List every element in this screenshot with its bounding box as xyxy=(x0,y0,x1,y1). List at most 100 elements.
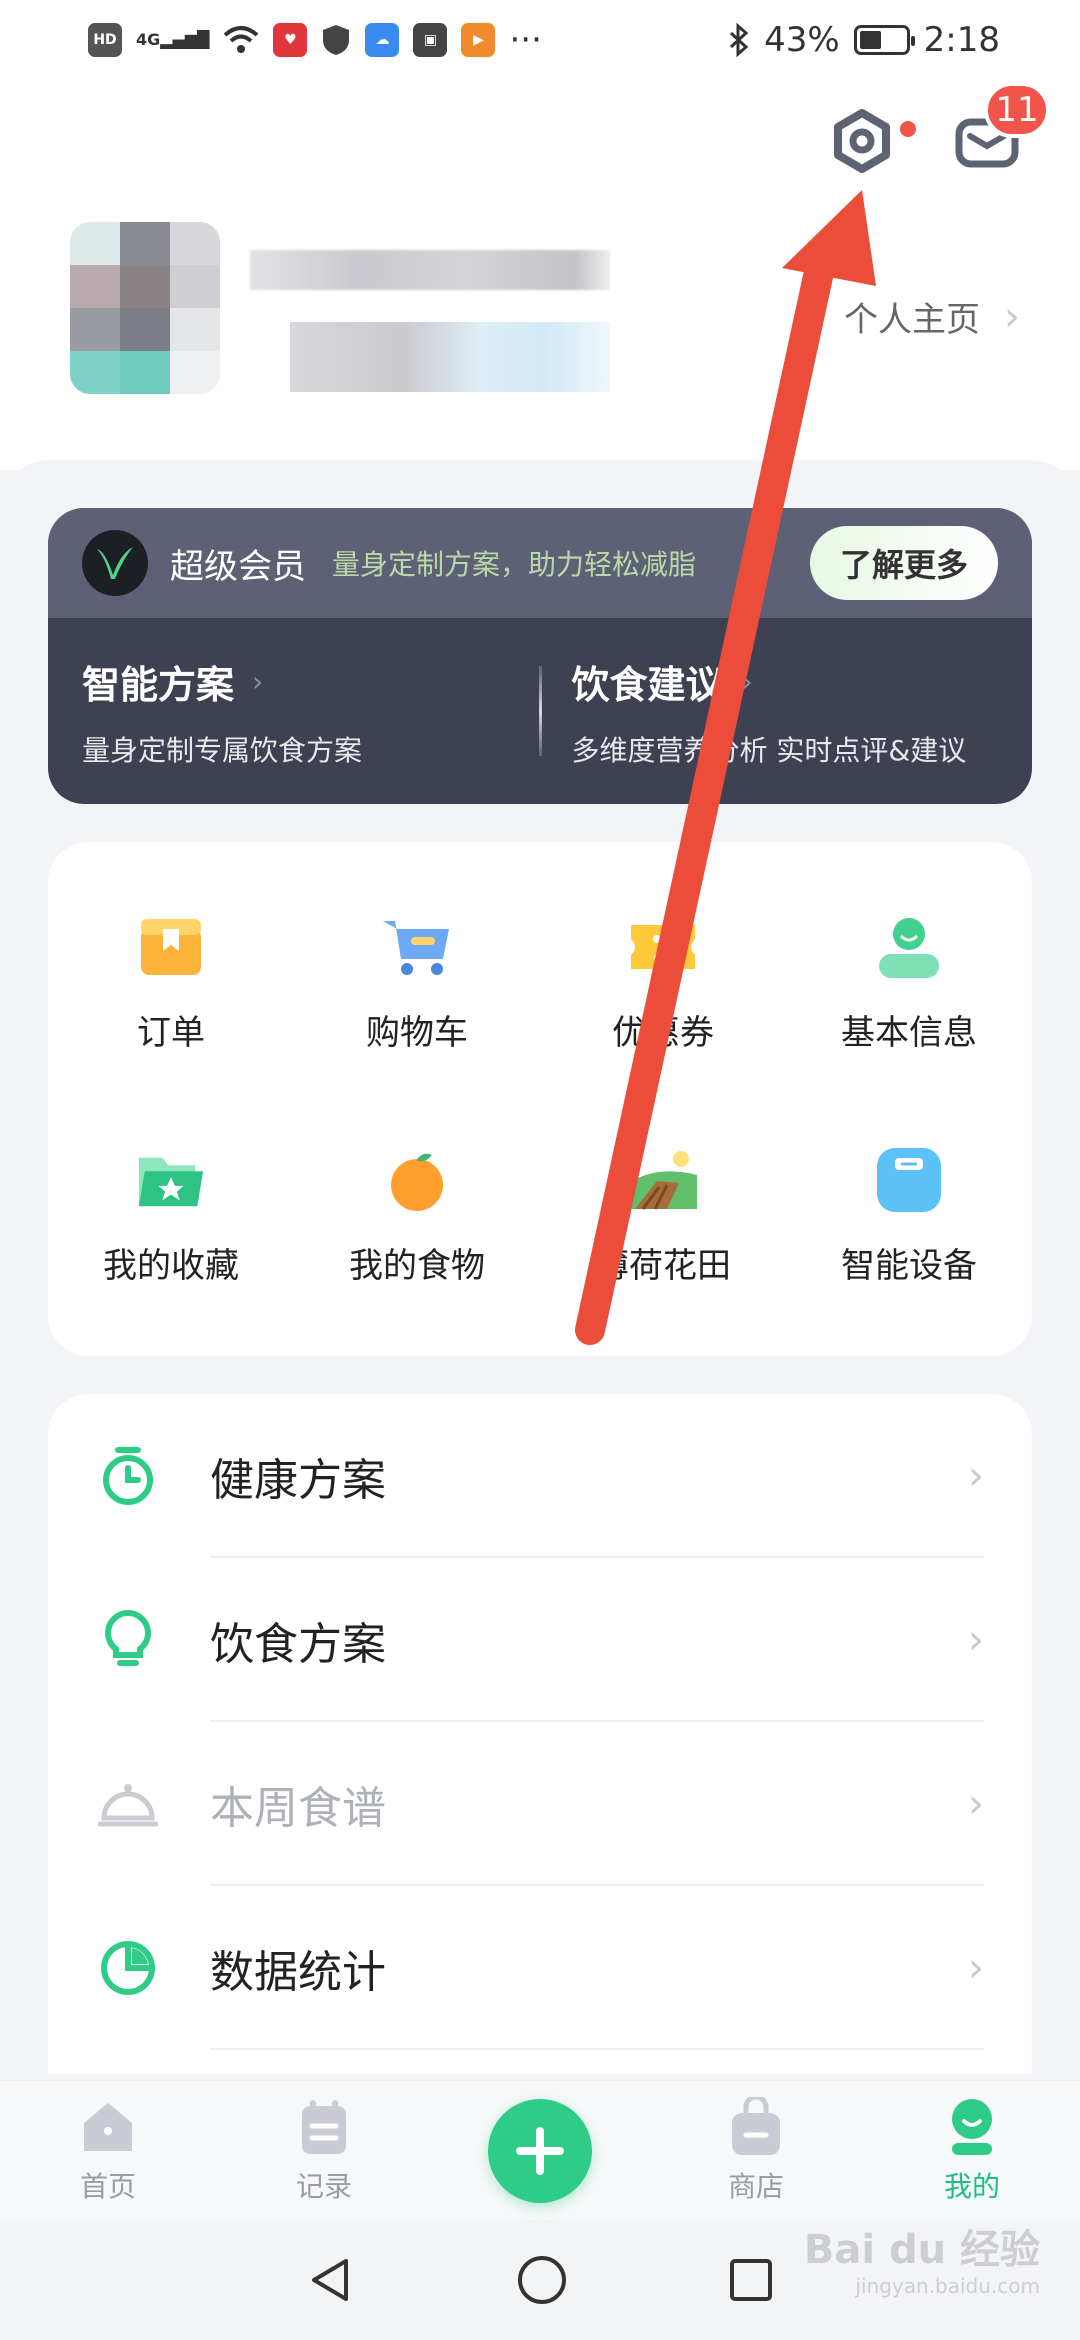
gear-icon xyxy=(834,109,890,173)
record-icon xyxy=(294,2097,354,2157)
baidu-watermark: Bai du 经验 jingyan.baidu.com xyxy=(803,2227,1040,2298)
grid-label: 我的收藏 xyxy=(103,1246,239,1286)
grid-label: 薄荷花田 xyxy=(595,1246,731,1286)
4g-signal-icon: 4G▂▄▆█ xyxy=(136,30,210,49)
smart-scale-icon xyxy=(873,1144,945,1216)
profile-icon xyxy=(942,2097,1002,2157)
list-item-diet-plan[interactable]: 饮食方案 › xyxy=(48,1558,1032,1722)
huawei-icon: ▣ xyxy=(413,23,448,57)
timer-icon xyxy=(98,1446,158,1506)
grid-label: 优惠券 xyxy=(612,1013,714,1053)
battery-percent: 43% xyxy=(764,20,840,60)
avatar[interactable] xyxy=(70,222,220,394)
status-bar: HD 4G▂▄▆█ ♥ ☁ ▣ ▶ ··· 43% 2:18 xyxy=(0,0,1080,80)
grid-label: 基本信息 xyxy=(841,1013,977,1053)
messages-button[interactable]: 11 xyxy=(954,82,1050,174)
profile-summary[interactable] xyxy=(70,222,610,402)
shop-bag-icon xyxy=(726,2096,786,2157)
grid-item-orders[interactable]: 订单 xyxy=(48,866,294,1099)
user-name-blurred xyxy=(250,250,610,290)
grid-label: 订单 xyxy=(137,1013,205,1053)
home-nav-icon[interactable] xyxy=(516,2254,568,2306)
chevron-right-icon: › xyxy=(252,664,264,698)
more-icon: ··· xyxy=(509,20,542,60)
feature-title: 智能方案 xyxy=(82,662,235,707)
vip-title: 超级会员 xyxy=(170,546,306,587)
grid-item-mint-farm[interactable]: 薄荷花田 xyxy=(540,1099,786,1332)
tab-record[interactable]: 记录 xyxy=(244,2097,404,2205)
pie-chart-icon xyxy=(98,1938,158,1998)
grid-label: 智能设备 xyxy=(841,1246,977,1286)
user-icon xyxy=(873,911,945,983)
list-item-label: 健康方案 xyxy=(210,1455,386,1506)
chevron-right-icon: › xyxy=(968,1453,984,1499)
shortcut-grid-card: 订单 购物车 优惠券 基本信息 我的收藏 我的食物 薄荷花田 智能设备 xyxy=(48,842,1032,1356)
back-icon[interactable] xyxy=(306,2255,356,2305)
chevron-right-icon: › xyxy=(741,664,753,698)
chevron-right-icon: › xyxy=(968,1781,984,1827)
chevron-right-icon: › xyxy=(1004,293,1020,340)
favorites-folder-icon xyxy=(135,1144,207,1216)
vip-card[interactable]: 超级会员 量身定制方案，助力轻松减脂 了解更多 智能方案 › 量身定制专属饮食方案… xyxy=(48,508,1032,804)
hd-icon: HD xyxy=(88,23,122,57)
grid-item-coupons[interactable]: 优惠券 xyxy=(540,866,786,1099)
grid-item-smart-devices[interactable]: 智能设备 xyxy=(786,1099,1032,1332)
bottom-tab-bar: 首页 记录 商店 我的 xyxy=(0,2080,1080,2220)
user-id-blurred xyxy=(290,322,610,392)
bluetooth-icon xyxy=(730,23,749,57)
vip-feature-smart-plan[interactable]: 智能方案 › 量身定制专属饮食方案 xyxy=(82,654,509,769)
menu-list-card: 健康方案 › 饮食方案 › 本周食谱 › 数据统计 › xyxy=(48,1394,1032,2074)
list-item-label: 数据统计 xyxy=(210,1947,386,1998)
feature-desc: 量身定制专属饮食方案 xyxy=(82,733,363,767)
grid-item-basic-info[interactable]: 基本信息 xyxy=(786,866,1032,1099)
wifi-icon xyxy=(224,26,259,53)
coupon-icon xyxy=(627,911,699,983)
homepage-label: 个人主页 xyxy=(844,300,980,340)
grid-item-cart[interactable]: 购物车 xyxy=(294,866,540,1099)
tab-home[interactable]: 首页 xyxy=(28,2097,188,2205)
cloud-icon: ☁ xyxy=(365,23,400,57)
tab-mine[interactable]: 我的 xyxy=(892,2097,1052,2205)
learn-more-button[interactable]: 了解更多 xyxy=(809,526,998,600)
grid-label: 购物车 xyxy=(366,1013,468,1053)
tab-label: 商店 xyxy=(727,2169,784,2203)
vip-logo-icon xyxy=(82,530,148,596)
orange-icon xyxy=(381,1144,453,1216)
cloche-icon xyxy=(98,1774,158,1834)
vip-feature-diet-advice[interactable]: 饮食建议 › 多维度营养分析 实时点评&建议 xyxy=(572,654,999,769)
vip-subtitle: 量身定制方案，助力轻松减脂 xyxy=(332,548,697,581)
battery-icon xyxy=(853,25,915,55)
tab-label: 记录 xyxy=(295,2169,352,2203)
feature-desc: 多维度营养分析 实时点评&建议 xyxy=(571,733,967,767)
list-item-data-stats[interactable]: 数据统计 › xyxy=(48,1886,1032,2050)
app-icon-red: ♥ xyxy=(273,23,308,57)
grid-label: 我的食物 xyxy=(349,1246,485,1286)
order-box-icon xyxy=(135,911,207,983)
list-item-weekly-recipes[interactable]: 本周食谱 › xyxy=(48,1722,1032,1886)
chevron-right-icon: › xyxy=(968,1617,984,1663)
tab-label: 首页 xyxy=(79,2169,136,2203)
tab-add[interactable] xyxy=(460,2098,620,2203)
plus-icon xyxy=(488,2098,592,2203)
tab-shop[interactable]: 商店 xyxy=(676,2096,836,2205)
feature-title: 饮食建议 xyxy=(571,662,724,707)
recents-icon[interactable] xyxy=(728,2257,774,2303)
divider xyxy=(538,666,542,756)
tab-label: 我的 xyxy=(943,2169,1000,2203)
personal-homepage-link[interactable]: 个人主页 › xyxy=(844,292,1020,341)
settings-notification-dot xyxy=(900,121,916,137)
shield-icon xyxy=(323,25,350,55)
list-item-health-plan[interactable]: 健康方案 › xyxy=(48,1394,1032,1558)
chevron-right-icon: › xyxy=(968,1945,984,1991)
home-icon xyxy=(78,2097,138,2157)
mail-badge: 11 xyxy=(984,82,1050,138)
shopping-cart-icon xyxy=(381,911,453,983)
clock: 2:18 xyxy=(923,20,1000,60)
list-item-label: 本周食谱 xyxy=(210,1783,386,1834)
grid-item-my-foods[interactable]: 我的食物 xyxy=(294,1099,540,1332)
settings-button[interactable] xyxy=(830,109,916,173)
grid-item-favorites[interactable]: 我的收藏 xyxy=(48,1099,294,1332)
farm-field-icon xyxy=(627,1144,699,1216)
lightbulb-icon xyxy=(98,1609,158,1670)
list-item-label: 饮食方案 xyxy=(210,1619,386,1670)
